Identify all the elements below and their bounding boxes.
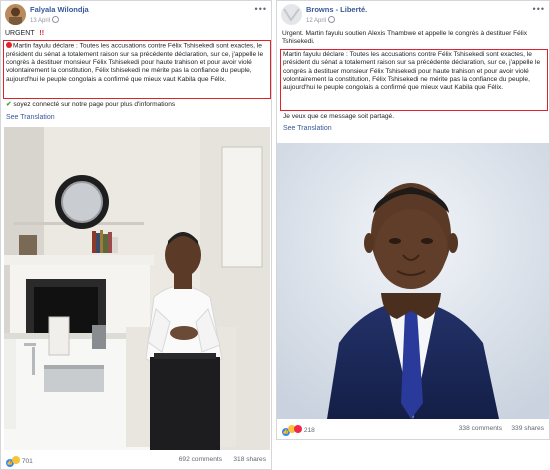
exclamation-icon-2: ! — [41, 30, 45, 37]
right-author-avatar[interactable] — [281, 4, 302, 25]
right-post-date[interactable]: 12 April — [306, 16, 336, 24]
right-post: Browns - Liberté. 12 April ••• Urgent. M… — [276, 0, 550, 440]
right-comments-count[interactable]: 338 comments — [459, 425, 502, 432]
right-reaction-bar: 👍 218 338 comments 339 shares — [282, 425, 546, 439]
left-author-name[interactable]: Falyala Wilondja — [30, 5, 89, 14]
right-author-name[interactable]: Browns - Liberté. — [306, 5, 367, 14]
left-shares-count[interactable]: 318 shares — [233, 456, 266, 463]
left-cta-text: ✔ soyez connecté sur notre page pour plu… — [6, 101, 268, 109]
left-post-date[interactable]: 13 April — [30, 16, 60, 24]
left-see-translation-link[interactable]: See Translation — [6, 114, 55, 121]
left-post: Falyala Wilondja 13 April ••• URGENT !! … — [0, 0, 272, 470]
left-reaction-count[interactable]: 701 — [22, 458, 33, 465]
left-author-avatar[interactable] — [5, 4, 26, 25]
left-quote-body: Martin fayulu déclare : Toutes les accus… — [6, 42, 264, 83]
left-post-photo[interactable] — [4, 127, 270, 450]
more-options-icon[interactable]: ••• — [255, 4, 267, 14]
right-shares-count[interactable]: 339 shares — [511, 425, 544, 432]
left-cta-body: soyez connecté sur notre page pour plus … — [13, 101, 176, 108]
left-urgent-line: URGENT !! — [5, 30, 44, 38]
globe-icon — [328, 16, 336, 23]
love-icon — [294, 425, 302, 433]
right-closing-text: Je veux que ce message soit partagé. — [283, 113, 395, 120]
left-post-header: Falyala Wilondja 13 April ••• — [5, 4, 267, 26]
more-options-icon[interactable]: ••• — [533, 4, 545, 14]
right-post-photo[interactable] — [277, 143, 549, 419]
right-post-header: Browns - Liberté. 12 April ••• — [281, 4, 545, 26]
haha-icon — [12, 456, 20, 464]
right-see-translation-link[interactable]: See Translation — [283, 125, 332, 132]
globe-icon — [52, 16, 60, 23]
red-circle-icon — [6, 42, 12, 48]
left-quote-text: Martin fayulu déclare : Toutes les accus… — [6, 42, 268, 84]
left-comments-count[interactable]: 692 comments — [179, 456, 222, 463]
left-reaction-bar: 👍 701 692 comments 318 shares — [6, 456, 268, 470]
check-icon: ✔ — [6, 101, 12, 108]
right-quote-text: Martin fayulu déclare : Toutes les accus… — [283, 51, 541, 92]
left-urgent-label: URGENT — [5, 30, 35, 37]
right-reaction-count[interactable]: 218 — [304, 427, 315, 434]
right-intro-text: Urgent. Martin fayulu soutien Alexis Tha… — [282, 30, 528, 46]
